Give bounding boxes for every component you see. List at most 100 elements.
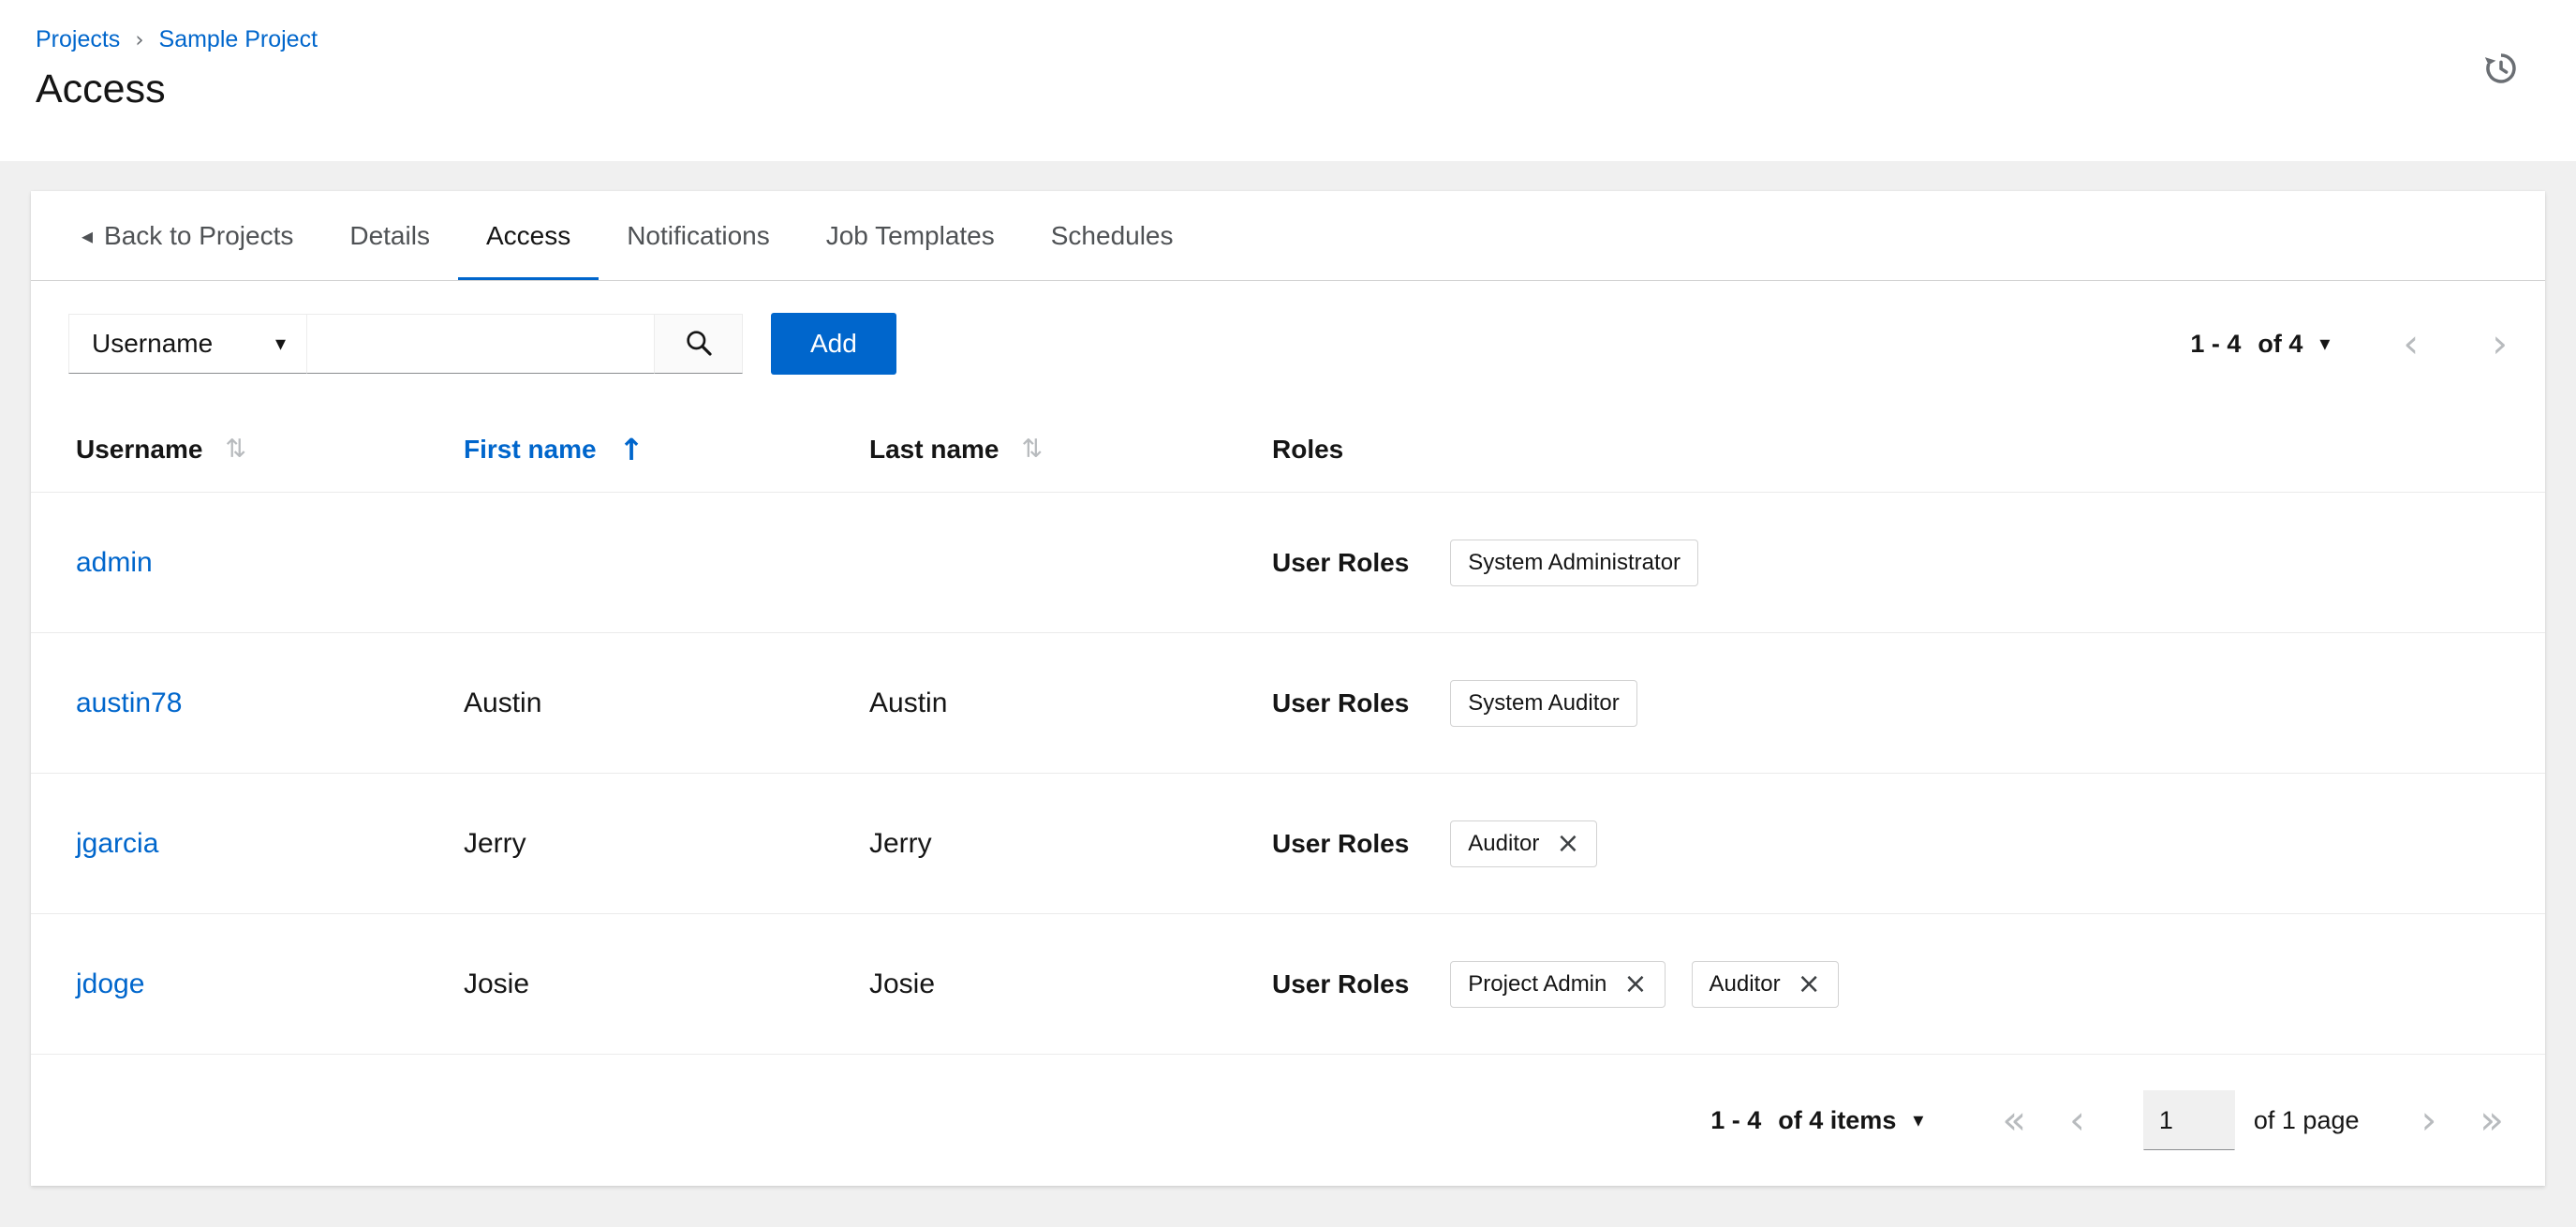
table-row: jgarcia Jerry Jerry User Roles Auditor × [31,774,2545,914]
remove-role-icon[interactable]: × [1556,829,1579,857]
role-chips: System Auditor [1450,679,1637,727]
role-chip-label: System Administrator [1468,549,1681,575]
username-link[interactable]: admin [76,547,153,578]
pagination-summary-toggle[interactable]: 1 - 4 of 4 items ▾ [1710,1106,1923,1135]
role-chip: System Auditor [1450,679,1637,727]
last-page-button[interactable]: » [2480,1101,2504,1140]
current-page-input[interactable] [2142,1090,2235,1150]
remove-role-icon[interactable]: × [1623,969,1647,998]
username-link[interactable]: jdoge [76,968,144,999]
column-header-first-name[interactable]: First name ↑ [464,432,869,467]
search-input[interactable] [306,314,655,374]
page-count-label: of 1 page [2253,1105,2360,1134]
tab-schedules-label: Schedules [1050,220,1174,250]
first-name-cell: Josie [464,968,530,999]
pagination-summary-toggle[interactable]: 1 - 4 of 4 ▾ [2190,330,2330,359]
sort-icon: ⇅ [1021,435,1044,464]
column-label: Last name [869,434,999,464]
table-header-row: Username ⇅ First name ↑ Last name ⇅ Role… [31,407,2545,493]
column-header-roles: Roles [1272,435,2500,465]
roles-cell: User Roles System Administrator [1272,539,2500,586]
filter-type-select[interactable]: Username ▾ [68,314,307,374]
first-page-button[interactable]: « [2002,1101,2026,1140]
role-chips: System Administrator [1450,539,1699,586]
tab-back-to-projects[interactable]: ◂ Back to Projects [53,191,321,280]
history-button[interactable] [2479,47,2524,92]
table-row: admin User Roles System Administrator [31,493,2545,633]
remove-role-icon[interactable]: × [1798,969,1821,998]
column-label: Roles [1272,434,1344,464]
username-cell: jgarcia [76,828,464,860]
role-chip-label: Auditor [1709,970,1781,997]
pagination-range: 1 - 4 [2190,329,2242,358]
tab-access[interactable]: Access [458,191,599,280]
history-icon [2481,52,2521,91]
last-name-cell: Josie [869,968,936,999]
roles-group-label: User Roles [1272,828,1410,858]
role-chip-label: Auditor [1468,830,1540,856]
pagination-total: of 4 items [1778,1105,1897,1134]
sort-icon: ⇅ [225,435,247,464]
access-card: ◂ Back to Projects Details Access Notifi… [31,191,2545,1186]
content-area: ◂ Back to Projects Details Access Notifi… [31,191,2545,1186]
column-header-last-name[interactable]: Last name ⇅ [869,435,1272,465]
last-name-cell: Austin [869,687,948,718]
first-name-cell: Austin [464,687,542,718]
toolbar: Username ▾ Add 1 - 4 of 4 ▾ ‹ › [31,281,2545,407]
role-chip-label: System Auditor [1468,689,1620,716]
angle-left-icon: ◂ [81,222,94,249]
role-chip-label: Project Admin [1468,970,1607,997]
role-chip: Project Admin × [1450,960,1666,1008]
breadcrumb-separator-icon: › [135,27,144,52]
sort-ascending-icon: ↑ [618,431,644,467]
username-cell: jdoge [76,968,464,1000]
breadcrumb: Projects › Sample Project [36,26,2524,53]
prev-page-button[interactable]: ‹ [2069,1101,2085,1140]
tab-access-label: Access [485,220,571,250]
breadcrumb-link-sample-project[interactable]: Sample Project [159,26,318,53]
breadcrumb-link-projects[interactable]: Projects [36,26,120,53]
page-header: Projects › Sample Project Access [0,0,2576,161]
roles-cell: User Roles Project Admin × Auditor × [1272,960,2500,1008]
caret-down-icon: ▾ [1913,1108,1924,1132]
column-header-username[interactable]: Username ⇅ [76,435,464,465]
roles-cell: User Roles System Auditor [1272,679,2500,727]
toolbar-pagination: 1 - 4 of 4 ▾ ‹ › [2190,324,2508,363]
tab-details[interactable]: Details [321,191,458,280]
search-icon [684,328,714,361]
username-link[interactable]: austin78 [76,687,182,718]
add-button[interactable]: Add [771,313,896,375]
roles-group-label: User Roles [1272,687,1410,717]
search-button[interactable] [654,314,743,374]
tab-job-templates[interactable]: Job Templates [798,191,1023,280]
role-chip: Auditor × [1691,960,1839,1008]
role-chip: System Administrator [1450,539,1699,586]
username-cell: admin [76,547,464,579]
role-chips: Project Admin × Auditor × [1450,960,1839,1008]
column-label: Username [76,434,203,464]
username-cell: austin78 [76,687,464,719]
roles-cell: User Roles Auditor × [1272,820,2500,867]
username-link[interactable]: jgarcia [76,828,158,859]
next-page-button[interactable]: › [2492,324,2508,363]
role-chips: Auditor × [1450,820,1598,867]
tab-notifications-label: Notifications [627,220,770,250]
tab-schedules[interactable]: Schedules [1023,191,1202,280]
roles-group-label: User Roles [1272,547,1410,577]
tab-details-label: Details [349,220,430,250]
tab-bar: ◂ Back to Projects Details Access Notifi… [31,191,2545,281]
last-name-cell: Jerry [869,827,932,859]
roles-group-label: User Roles [1272,968,1410,998]
table-row: jdoge Josie Josie User Roles Project Adm… [31,914,2545,1055]
next-page-button[interactable]: › [2421,1101,2437,1140]
tab-back-label: Back to Projects [104,220,294,250]
first-name-cell: Jerry [464,827,526,859]
caret-down-icon: ▾ [274,332,286,356]
tab-notifications[interactable]: Notifications [599,191,798,280]
pagination-range: 1 - 4 [1710,1105,1762,1134]
prev-page-button[interactable]: ‹ [2403,324,2419,363]
pagination-total: of 4 [2258,329,2303,358]
table-row: austin78 Austin Austin User Roles System… [31,633,2545,774]
caret-down-icon: ▾ [2319,332,2331,356]
pagination-footer: 1 - 4 of 4 items ▾ « ‹ of 1 page › » [31,1055,2545,1186]
